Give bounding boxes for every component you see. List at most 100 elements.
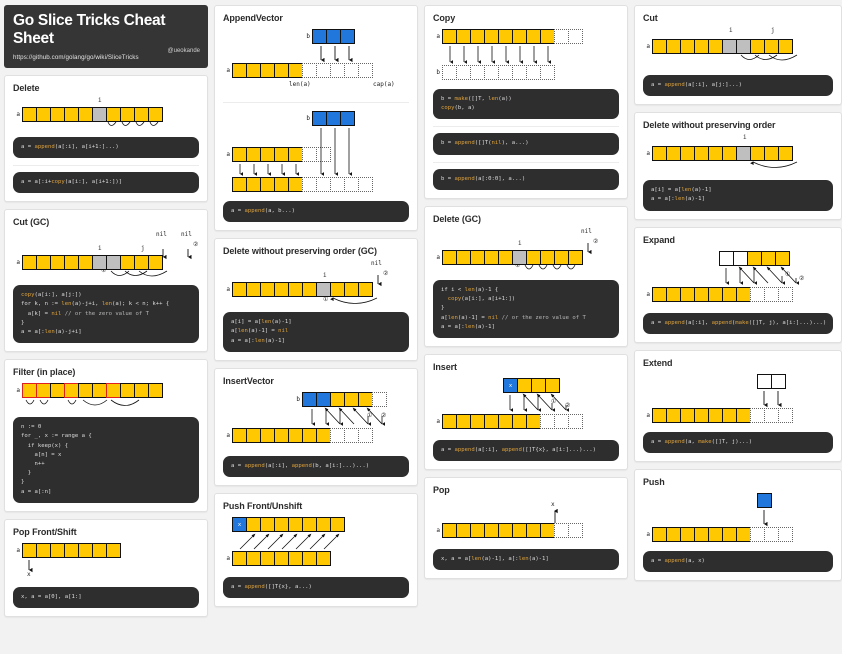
cell-spare [526,65,541,80]
cell [442,29,457,44]
cell-spare [470,65,485,80]
cell-spare [554,413,569,429]
diagram-append-vector-2: b a [223,109,409,197]
cell-zero [771,373,786,389]
cell [134,255,149,271]
code-block: b = append([]T(nil), a...) [433,133,619,155]
cell [246,427,261,443]
diagram-push: a [643,491,833,547]
code-block: a = append(a[:i], append(make([]T, j), a… [643,312,833,334]
cell-spare [764,286,779,302]
cell [302,282,317,298]
cell [232,427,247,443]
card-title: Cut (GC) [13,217,50,228]
diagram-insert: x ① ② a [433,376,619,436]
cell [498,249,513,265]
card-title: Pop Front/Shift [13,526,77,537]
cell [708,527,723,543]
card-copy: Copy a b b = make([]T, len(a)) copy(b, a… [424,5,628,199]
card-title: InsertVector [223,375,274,386]
cell [316,427,331,443]
cell-spare [344,427,359,443]
card-title: Delete without preserving order [643,120,776,131]
diagram-push-front: x a [223,515,409,573]
slice-a-cells [442,29,583,44]
cell [484,29,499,44]
slice-b-cells [302,391,387,407]
slice-a-cells [232,551,331,567]
tick-circle-1: ① [551,397,557,405]
cell [50,542,65,558]
code-block: x, a = a[0], a[1:] [13,586,199,609]
card-pop-front-shift: Pop Front/Shift a x x, a = a[0], a[1:] [4,518,208,618]
tick-circle-1: ① [323,296,329,304]
cell [764,39,779,54]
card-title: Copy [433,13,456,23]
cell-spare [498,65,513,80]
cell [274,551,289,567]
card-title: Expand [643,234,675,245]
card-pop: Pop x a x, a = a[len(a)-1], a[:len(a)-1] [424,477,628,580]
divider [13,164,199,166]
cell [148,255,163,271]
cell [512,29,527,44]
card-push-front-unshift: Push Front/Unshift x a a = append([]T{x}… [214,493,418,608]
slice-a-cells [232,63,373,78]
cell [526,413,541,429]
cell [246,177,261,192]
cell-spare [568,29,583,44]
cell [92,542,107,558]
tick-i: i [518,239,522,247]
diagram-delete-gc: i nil ② ① a [433,228,619,276]
cell [456,29,471,44]
row-label-a: a [226,431,230,439]
cell-spare [302,63,317,78]
card-filter-in-place: Filter (in place) a n:= 0 for _, x:= r… [4,359,208,512]
page-title: Go Slice Tricks Cheat Sheet [13,12,166,47]
cell [302,551,317,567]
cell [652,527,667,543]
code-block: a[i] = a[len(a)-1] a[len(a)-1] = nil a =… [223,312,409,352]
diagram-expand: ① ② a [643,249,833,309]
row-label-a: a [226,151,230,158]
cell [22,106,37,122]
cell [246,147,261,162]
tick-nil: nil [581,227,592,235]
card-title: Extend [643,357,673,368]
cell [260,551,275,567]
slice-a-cells [22,383,163,399]
cell [78,383,93,399]
cell [274,63,289,78]
cell [78,542,93,558]
cell-spare [568,413,583,429]
cell [708,39,723,54]
tick-circle-2: ② [193,241,199,249]
arrows [554,508,558,524]
tick-i: i [323,272,327,280]
slice-a-cells [22,255,163,271]
cell [246,63,261,78]
caption-cap-a: cap(a) [373,81,395,88]
tick-i: i [729,27,733,34]
row-label-a: a [16,110,20,118]
cell [36,255,51,271]
slice-b-cells [442,65,555,80]
card-title: Delete [13,82,40,93]
cell [442,523,457,539]
row-label-b: b [306,33,310,40]
cell [498,413,513,429]
cell-spare [330,427,345,443]
cell [246,517,261,533]
diagram-insert-vector: b ① ② a [223,390,409,452]
cell [722,146,737,162]
source-url[interactable]: https://github.com/golang/go/wiki/SliceT… [13,54,199,61]
cell-spare [316,177,331,192]
tick-nil: nil [156,231,167,239]
slice-b-cells [312,111,355,126]
cell [316,551,331,567]
slice-a-cells [22,106,163,122]
cell [540,523,555,539]
cell [775,250,790,266]
cell [442,413,457,429]
diagram-cut-gc: i j nil nil ② ① a [13,231,199,281]
